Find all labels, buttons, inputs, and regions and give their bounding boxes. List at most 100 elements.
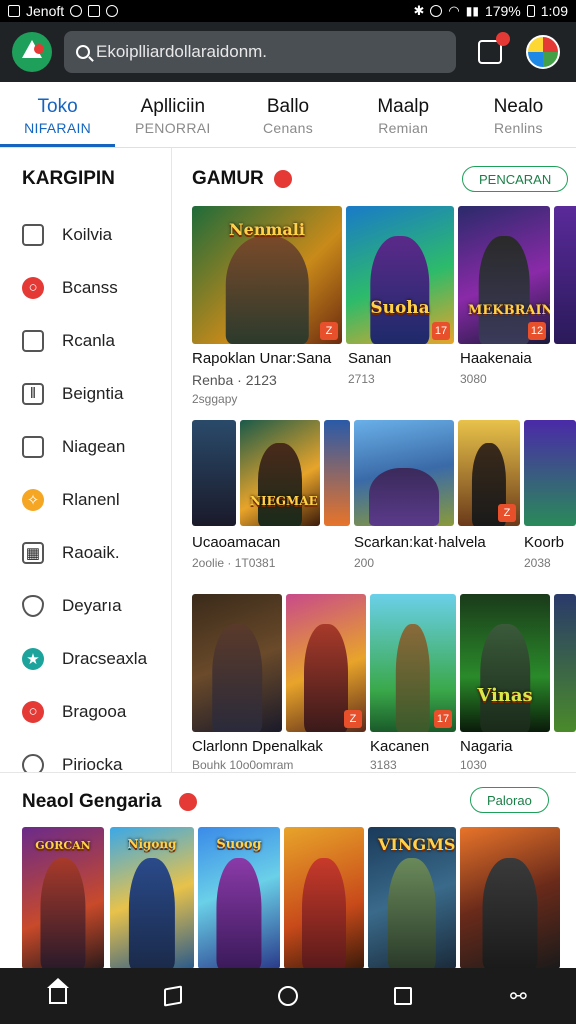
- sidebar-item-label: Bragooa: [62, 701, 127, 721]
- sidebar-item[interactable]: Koilvia: [0, 208, 171, 261]
- sidebar-item-label: Rcanla: [62, 330, 115, 350]
- home-icon[interactable]: [46, 978, 70, 1008]
- game-card[interactable]: NIEGMAE: [240, 420, 320, 526]
- assistant-icon[interactable]: ⚯: [506, 984, 530, 1008]
- carrier-label: Jenoft: [26, 3, 65, 19]
- game-card[interactable]: VINGMS: [368, 827, 456, 969]
- game-card[interactable]: GORCAN: [22, 827, 104, 969]
- game-meta: Renba · 2123: [192, 372, 277, 388]
- category-sidebar: KARGIPIN Koilvia ○ Bcanss Rcanla ‖ Beignti…: [0, 148, 172, 776]
- see-all-label: Palorao: [487, 792, 532, 808]
- rating-badge: Z: [320, 322, 338, 340]
- red-circle-icon: ○: [22, 700, 44, 723]
- rating-badge: 17: [432, 322, 450, 340]
- game-title: Clarlonn Dpenalkak: [192, 738, 323, 755]
- tab-label: Aplliciin: [140, 96, 206, 117]
- bluetooth-icon: ✱: [413, 3, 425, 18]
- game-card[interactable]: MEKBRAIN 12: [458, 206, 550, 344]
- rating-badge: 12: [528, 322, 546, 340]
- rating-badge: 17: [434, 710, 452, 728]
- game-meta: 2713: [348, 372, 375, 386]
- game-card[interactable]: Nenmali Z: [192, 206, 342, 344]
- game-card[interactable]: 17: [370, 594, 456, 732]
- hot-icon: [179, 793, 198, 811]
- shield-icon: [22, 594, 44, 617]
- sidebar-item-label: Niagean: [62, 436, 126, 456]
- red-search-icon: ○: [22, 276, 44, 299]
- new-games-section: Neaol Gengaria Palorao GORCAN Nigong Suo…: [0, 772, 576, 969]
- game-card[interactable]: [460, 827, 560, 969]
- game-art-title: Suoha: [370, 298, 430, 318]
- sidebar-item[interactable]: ○ Bragooa: [0, 685, 171, 738]
- sidebar-item[interactable]: Niagean: [0, 420, 171, 473]
- sidebar-item[interactable]: ○ Bcanss: [0, 261, 171, 314]
- game-artwork: [478, 236, 530, 344]
- back-icon[interactable]: [161, 984, 185, 1008]
- tab-toko[interactable]: Toko NIFARAIN: [0, 82, 116, 147]
- game-artwork: [395, 624, 431, 732]
- game-card[interactable]: Suoog: [198, 827, 280, 969]
- notification-bell-icon[interactable]: [478, 32, 510, 64]
- avatar[interactable]: [526, 35, 560, 69]
- sidebar-item[interactable]: ‖ Beigntia: [0, 367, 171, 420]
- hot-icon: [273, 170, 292, 188]
- see-all-label: PENCARAN: [479, 171, 552, 187]
- tab-ballo[interactable]: Ballo Cenans: [230, 82, 345, 147]
- tab-sublabel: Remian: [378, 120, 429, 136]
- game-card[interactable]: Z: [458, 420, 520, 526]
- grid-icon: ▦: [22, 541, 44, 564]
- game-card[interactable]: [354, 420, 454, 526]
- games-section: GAMUR PENCARAN Nenmali Z Suoha 17 MEKBRA…: [172, 148, 576, 772]
- notification-icon: [70, 5, 83, 17]
- section-title: GAMUR: [192, 168, 264, 189]
- sidebar-item[interactable]: Rcanla: [0, 314, 171, 367]
- sidebar-item[interactable]: ✧ Rlanenl: [0, 473, 171, 526]
- tab-apliciin[interactable]: Aplliciin PENORRAI: [115, 82, 230, 147]
- game-card[interactable]: [192, 594, 282, 732]
- recents-icon[interactable]: [391, 984, 415, 1008]
- see-all-button[interactable]: Palorao: [470, 787, 549, 813]
- game-title: Scarkan:kat·halvela: [354, 534, 486, 551]
- game-title: Kacanen: [370, 738, 430, 755]
- game-art-title: GORCAN: [35, 839, 91, 852]
- game-title: Haakenaia: [460, 350, 532, 367]
- sidebar-item-label: Rlanenl: [62, 489, 120, 509]
- game-art-title: Suoog: [216, 837, 262, 852]
- game-card[interactable]: Vinas: [460, 594, 550, 732]
- game-card[interactable]: Suoha 17: [346, 206, 454, 344]
- game-artwork: [370, 236, 430, 344]
- game-card[interactable]: Z: [286, 594, 366, 732]
- ticket-icon: [22, 223, 44, 246]
- game-title: Rapoklan Unar:Sana: [192, 350, 332, 367]
- frame-icon: [22, 435, 44, 458]
- sidebar-item[interactable]: ★ Dracseaxla: [0, 632, 171, 685]
- game-artwork: [482, 858, 538, 969]
- game-artwork: [387, 858, 437, 969]
- tab-nealo[interactable]: Nealo Renlins: [461, 82, 576, 147]
- app-logo[interactable]: [12, 32, 52, 72]
- tab-maalp[interactable]: Maalp Remian: [346, 82, 461, 147]
- section-title: Neaol Gengaria: [22, 791, 162, 812]
- game-card[interactable]: [524, 420, 576, 526]
- game-card[interactable]: Nigong: [110, 827, 194, 969]
- game-art-title: Vinas: [477, 685, 533, 706]
- battery-icon: [526, 5, 535, 17]
- sidebar-title: KARGIPIN: [22, 168, 115, 189]
- game-artwork: [480, 624, 530, 732]
- game-card-partial[interactable]: [554, 594, 576, 732]
- game-artwork: [225, 236, 309, 344]
- game-card-partial[interactable]: [554, 206, 576, 344]
- sidebar-item[interactable]: Deyarıa: [0, 579, 171, 632]
- game-card[interactable]: [324, 420, 350, 526]
- sidebar-item-label: Raoaik.: [62, 542, 120, 562]
- tab-sublabel: NIFARAIN: [24, 120, 92, 136]
- see-all-button[interactable]: PENCARAN: [462, 166, 569, 192]
- game-meta: 1030: [460, 758, 487, 772]
- game-card[interactable]: [284, 827, 364, 969]
- search-input[interactable]: Ekoiplliardollaraidonm.: [64, 31, 456, 73]
- wifi-icon: ◠: [448, 3, 460, 18]
- game-title: Koorb: [524, 534, 565, 551]
- sidebar-item[interactable]: ▦ Raoaik.: [0, 526, 171, 579]
- game-card[interactable]: [192, 420, 236, 526]
- home-circle-icon[interactable]: [276, 984, 300, 1008]
